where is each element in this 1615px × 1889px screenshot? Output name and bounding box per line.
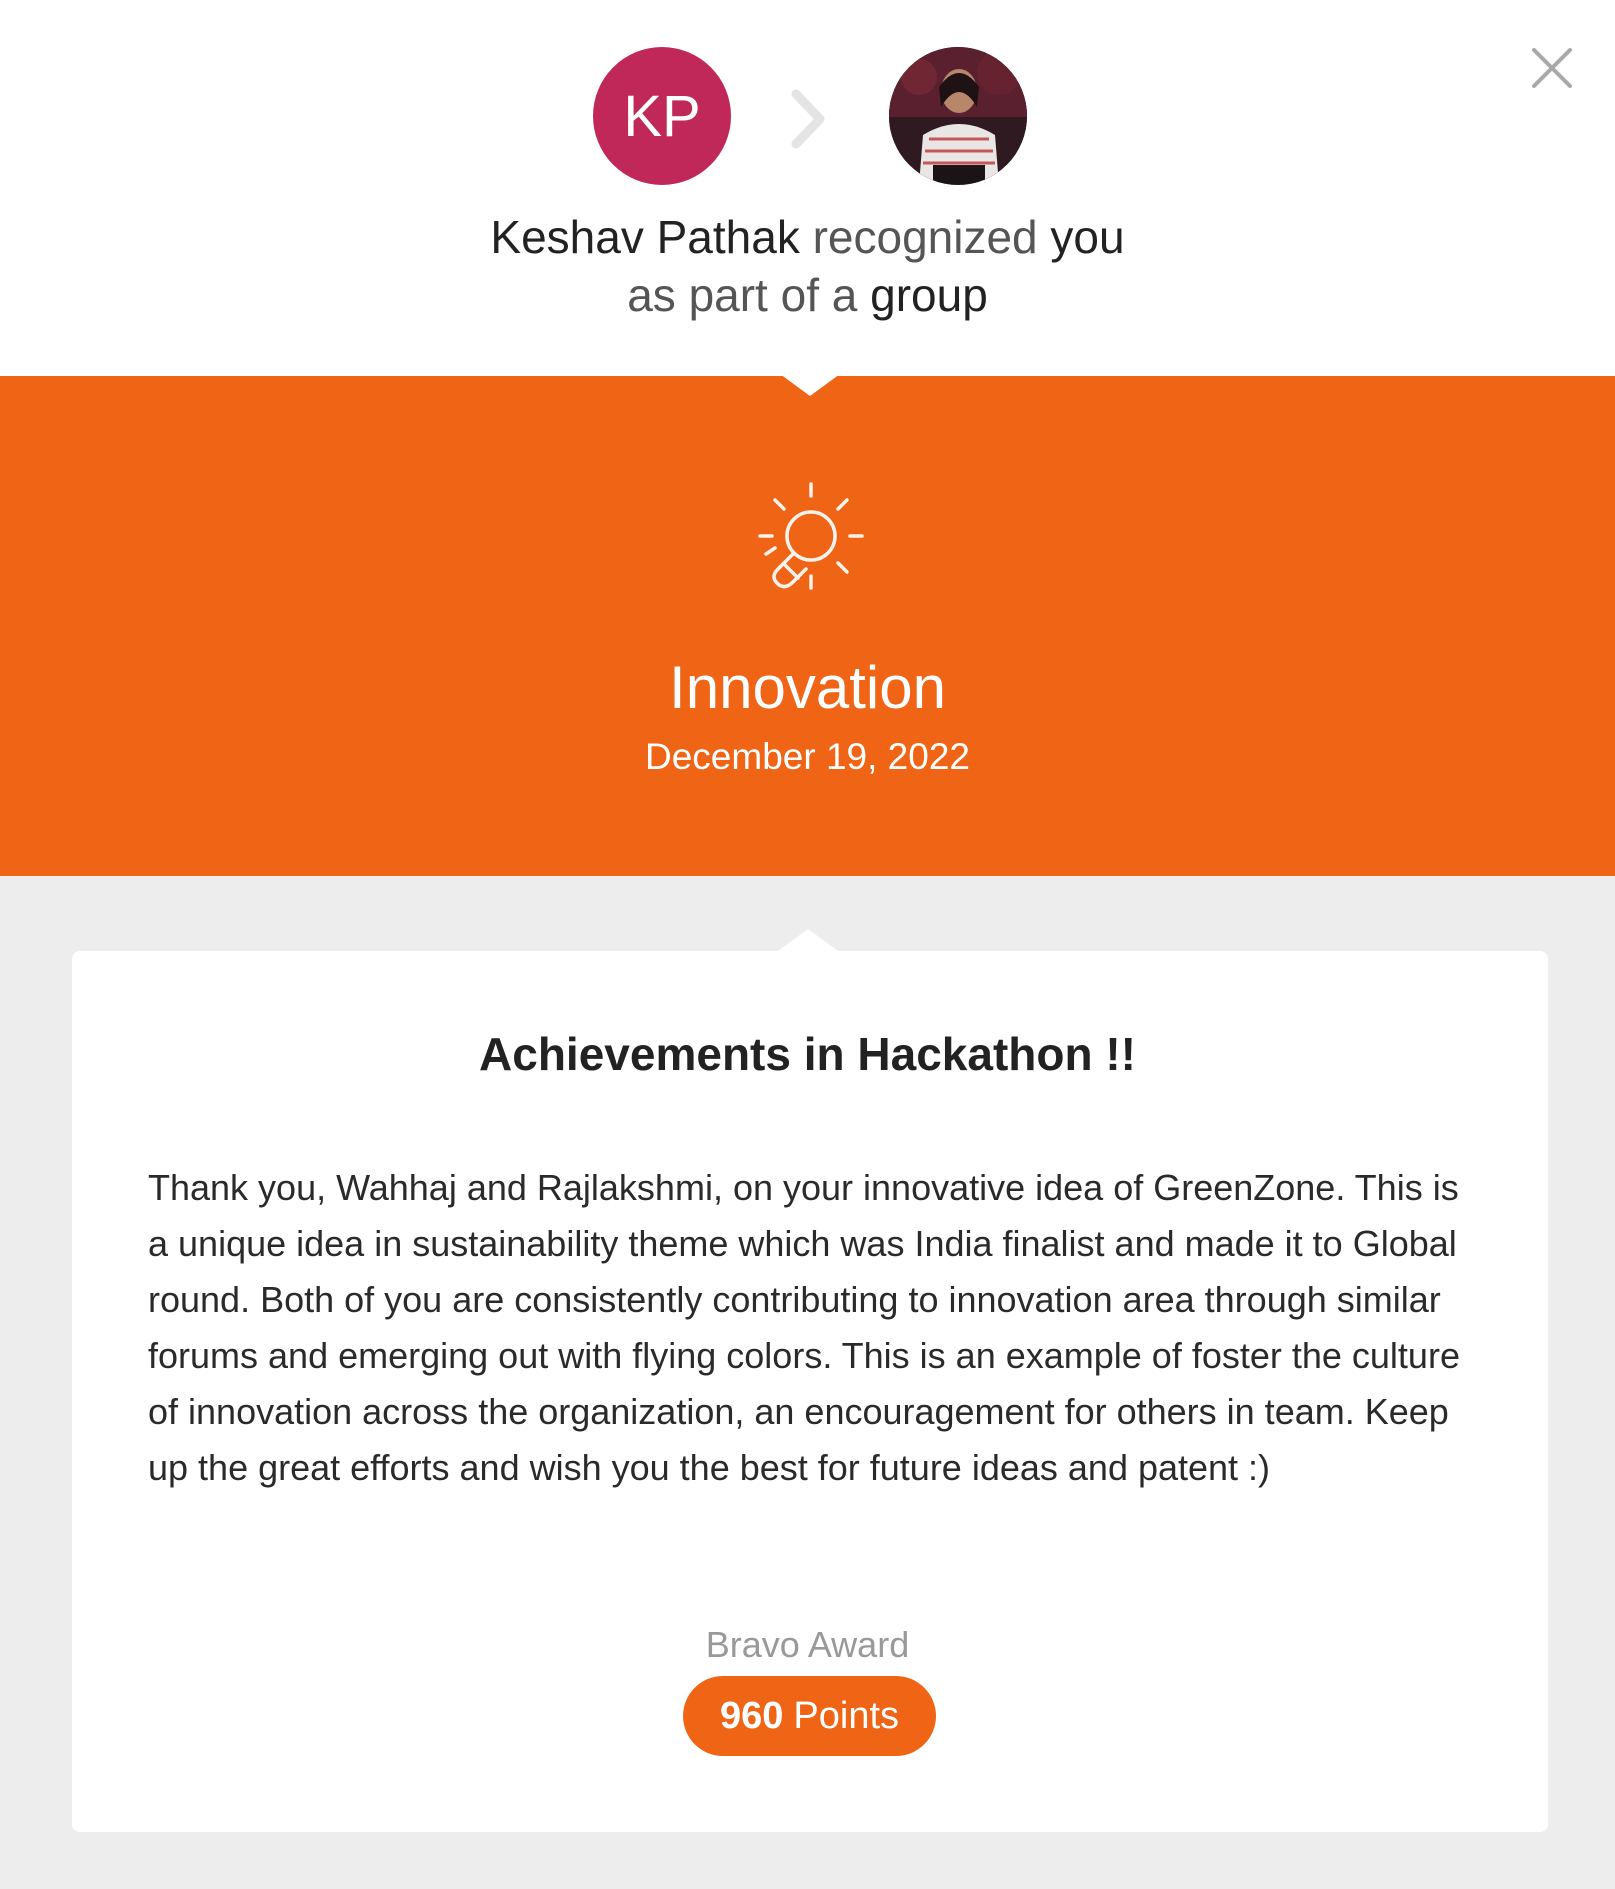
recognition-message: Thank you, Wahhaj and Rajlakshmi, on you… [148, 1167, 1460, 1488]
headline-verb: recognized [812, 211, 1038, 263]
points-unit: Points [793, 1694, 900, 1737]
value-title: Innovation [669, 654, 946, 721]
card-pointer [778, 929, 838, 951]
recipient-photo [889, 47, 1027, 185]
giver-name[interactable]: Keshav Pathak [490, 211, 799, 263]
header-pointer [780, 374, 840, 396]
chevron-right-icon [786, 86, 830, 152]
close-icon [1532, 48, 1572, 88]
recipient-name: you [1050, 211, 1125, 263]
card-title: Achievements in Hackathon !! [479, 1028, 1136, 1080]
recognition-headline: Keshav Pathak recognized you as part of … [0, 208, 1615, 324]
value-banner [0, 376, 1615, 876]
points-value: 960 [719, 1694, 784, 1737]
recognition-date: December 19, 2022 [645, 736, 970, 777]
lightbulb-icon [744, 476, 872, 604]
award-label: Bravo Award [705, 1624, 910, 1665]
headline-line2-prefix: as part of a [627, 269, 858, 321]
close-button[interactable] [1528, 44, 1576, 92]
group-link[interactable]: group [870, 269, 988, 321]
points-badge: 960 Points [683, 1676, 936, 1756]
recipient-avatar[interactable] [889, 47, 1027, 185]
giver-avatar[interactable]: KP [593, 47, 731, 185]
giver-initials: KP [623, 83, 701, 149]
